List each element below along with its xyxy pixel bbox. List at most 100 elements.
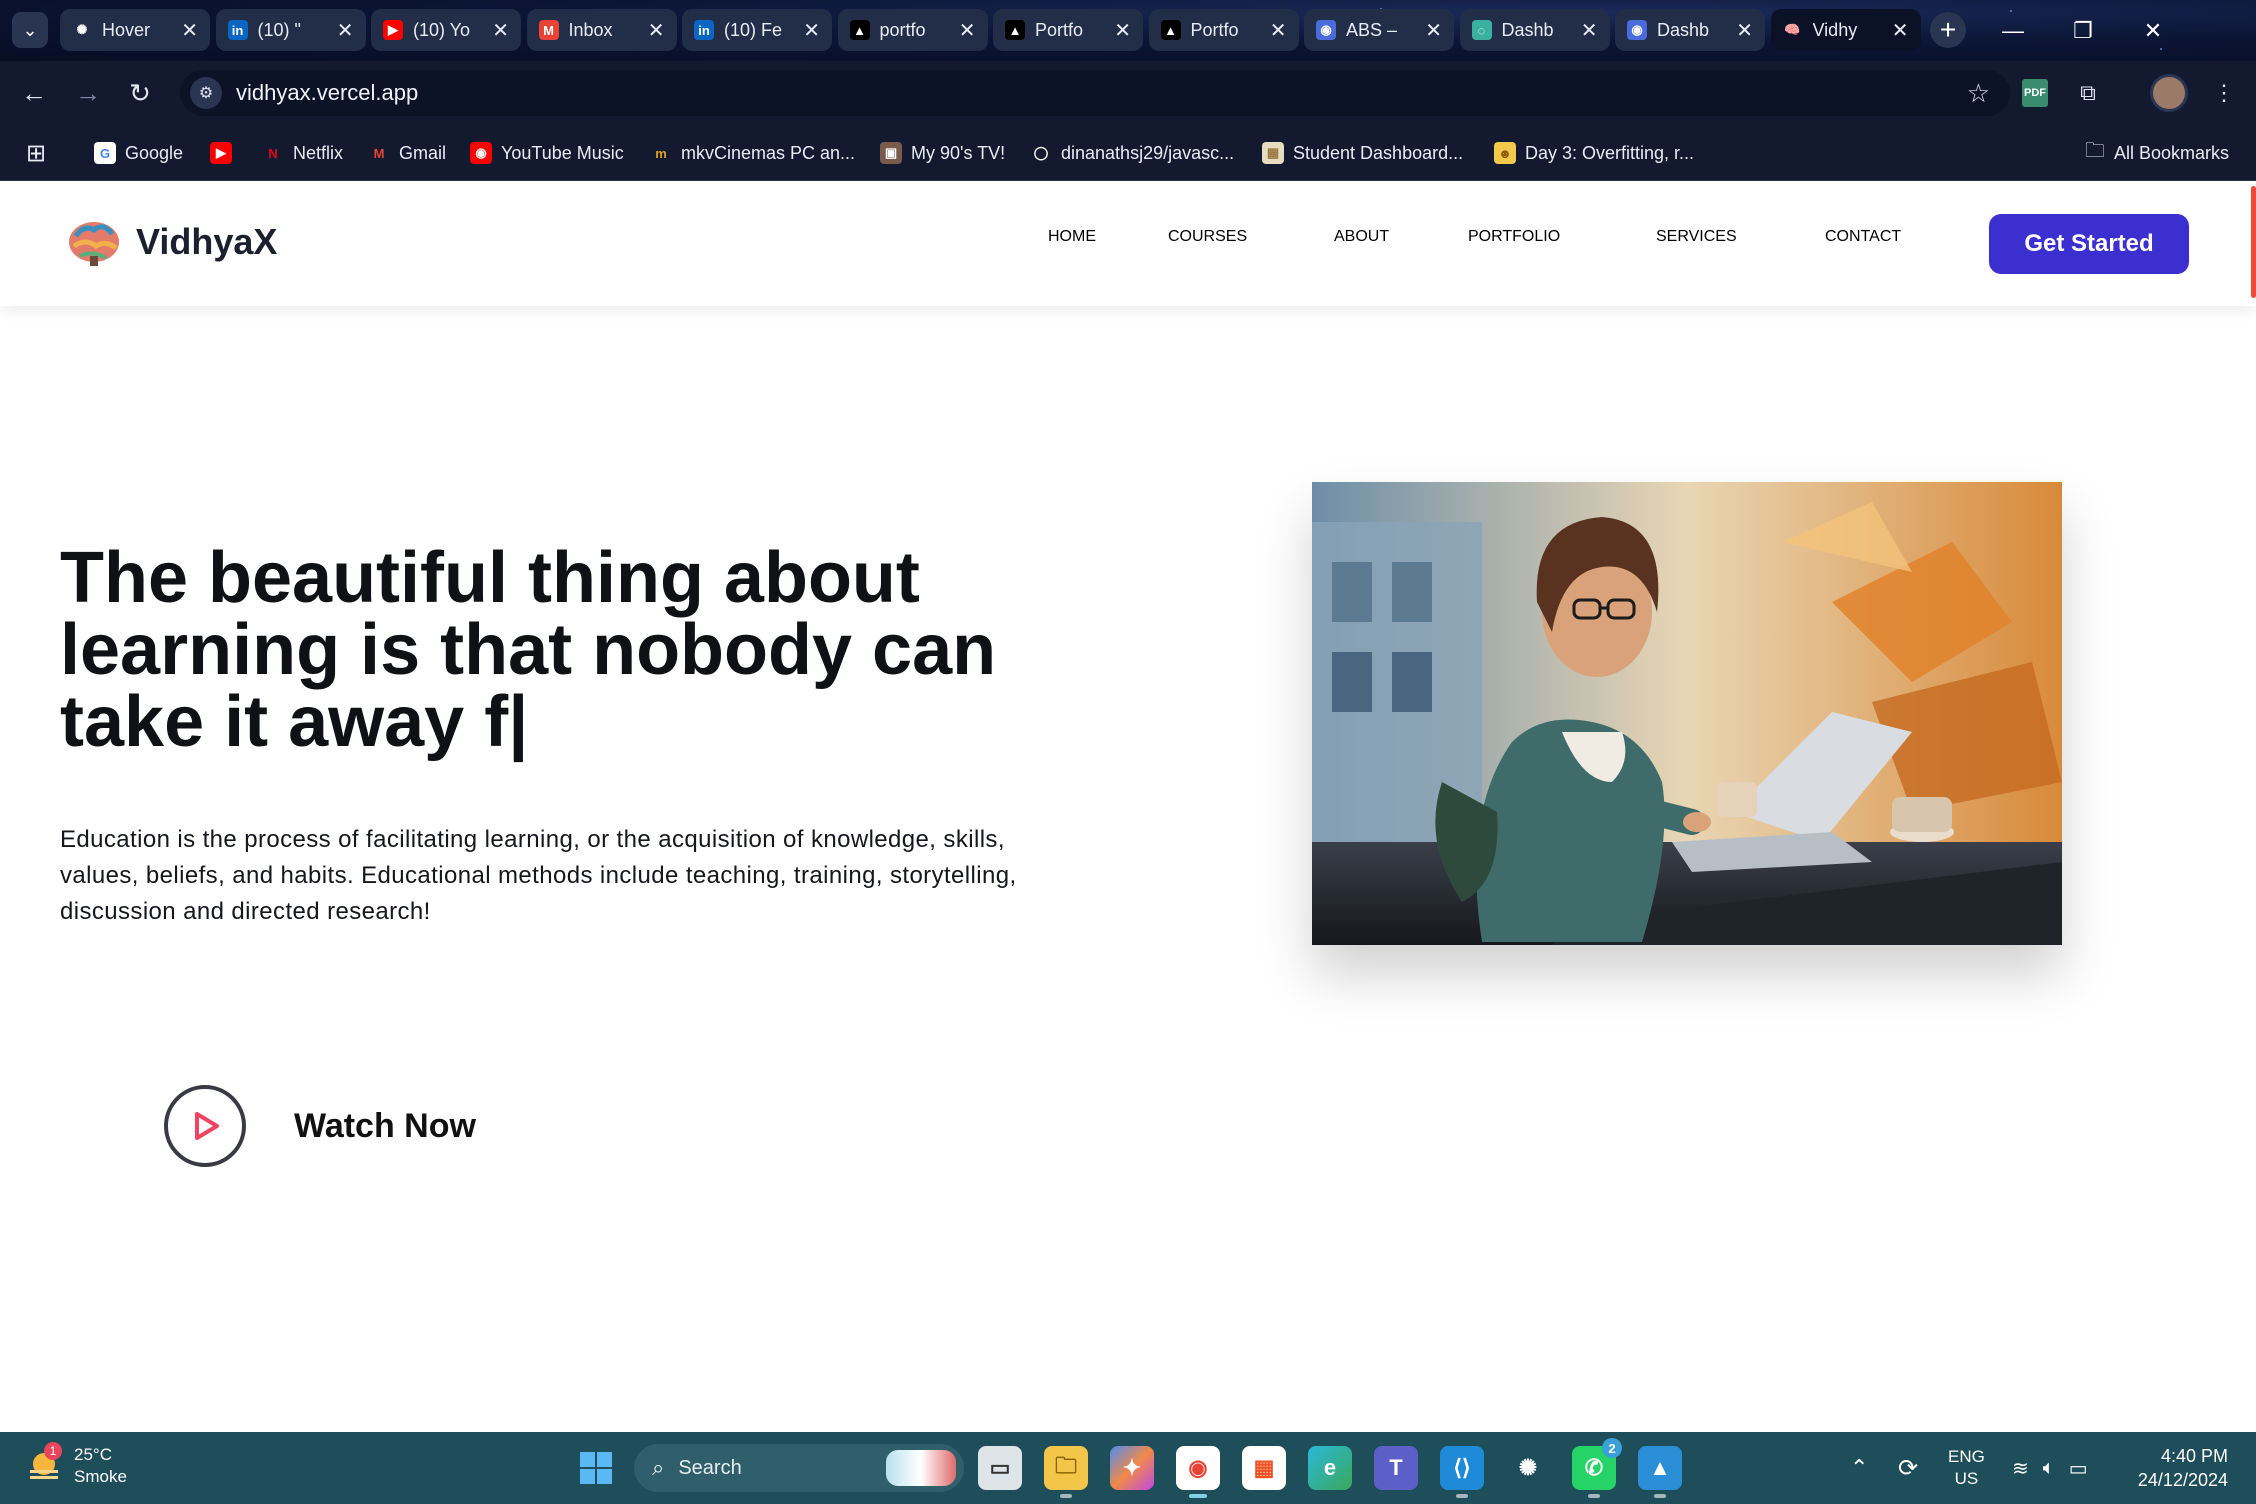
- bookmark-label: Netflix: [293, 142, 344, 163]
- nav-portfolio[interactable]: PORTFOLIO: [1468, 228, 1560, 246]
- play-button[interactable]: [164, 1085, 246, 1167]
- browser-tab[interactable]: ▲ Portfo ✕: [1148, 9, 1299, 51]
- vscode-icon[interactable]: ⟨⟩: [1440, 1446, 1484, 1498]
- edge-icon[interactable]: e: [1308, 1446, 1352, 1490]
- menu-kebab-icon[interactable]: ⋮: [2208, 77, 2240, 109]
- nav-services[interactable]: SERVICES: [1656, 228, 1737, 246]
- browser-tab[interactable]: ▲ portfo ✕: [837, 9, 988, 51]
- site-logo[interactable]: VidhyaX: [66, 216, 277, 268]
- reload-button[interactable]: ↻: [122, 75, 158, 111]
- microsoft-store-icon[interactable]: ▦: [1242, 1446, 1286, 1490]
- extensions-icon[interactable]: ⧉: [2072, 77, 2104, 109]
- tab-close-icon[interactable]: ✕: [1114, 18, 1131, 43]
- chrome-icon[interactable]: ◉: [1176, 1446, 1220, 1498]
- bookmark-item[interactable]: ☻ Day 3: Overfitting, r...: [1494, 138, 1694, 168]
- bookmark-item[interactable]: ◉ YouTube Music: [470, 138, 624, 168]
- browser-tab[interactable]: M Inbox ✕: [526, 9, 677, 51]
- back-button[interactable]: ←: [16, 75, 52, 111]
- bookmark-item[interactable]: ◯ dinanathsj29/javasc...: [1030, 138, 1234, 168]
- bookmark-item[interactable]: N Netflix: [262, 138, 343, 168]
- new-tab-button[interactable]: +: [1930, 12, 1966, 48]
- windows-start-icon[interactable]: [574, 1446, 618, 1490]
- browser-tab[interactable]: ◌ Dashb ✕: [1459, 9, 1610, 51]
- bookmark-star-icon[interactable]: ☆: [1967, 78, 1990, 109]
- window-restore-button[interactable]: ❐: [2048, 0, 2118, 61]
- url-text[interactable]: vidhyax.vercel.app: [236, 80, 418, 106]
- hero-illustration: [1312, 482, 2062, 945]
- bookmark-item[interactable]: M Gmail: [368, 138, 446, 168]
- chatgpt-icon[interactable]: ✺: [1506, 1446, 1550, 1490]
- tab-close-icon[interactable]: ✕: [803, 18, 820, 43]
- tab-close-icon[interactable]: ✕: [181, 18, 198, 43]
- weather-temperature: 25°C: [74, 1445, 112, 1464]
- nav-about[interactable]: ABOUT: [1334, 228, 1389, 246]
- browser-tab[interactable]: ▲ Portfo ✕: [993, 9, 1143, 51]
- browser-tab[interactable]: ◉ ABS – ✕: [1304, 9, 1454, 51]
- taskbar-search-placeholder: Search: [678, 1456, 742, 1479]
- tab-favicon-icon: ▶: [383, 20, 403, 40]
- scrollbar-thumb[interactable]: [2251, 186, 2256, 298]
- bookmark-item[interactable]: m mkvCinemas PC an...: [650, 138, 855, 168]
- tab-favicon-icon: ◉: [1316, 20, 1336, 40]
- tab-title: Dashb: [1657, 19, 1710, 40]
- address-bar[interactable]: ⚙ vidhyax.vercel.app ☆: [180, 70, 2010, 116]
- tab-favicon-icon: ▲: [1005, 20, 1025, 40]
- bookmark-label: Student Dashboard...: [1293, 142, 1464, 163]
- tab-close-icon[interactable]: ✕: [1270, 18, 1287, 43]
- tab-close-icon[interactable]: ✕: [648, 18, 665, 43]
- browser-tab[interactable]: ▶ (10) Yo ✕: [371, 9, 521, 51]
- weather-haze-icon: 1: [24, 1442, 64, 1486]
- language-indicator[interactable]: ENG US: [1948, 1432, 1985, 1504]
- bookmark-item[interactable]: ▣ My 90's TV!: [880, 138, 1005, 168]
- tab-close-icon[interactable]: ✕: [492, 18, 509, 43]
- tab-close-icon[interactable]: ✕: [1425, 18, 1442, 43]
- bookmark-item[interactable]: G Google: [94, 138, 183, 168]
- show-hidden-icons[interactable]: ⌃: [1850, 1432, 1868, 1504]
- volume-icon: 🔈︎: [2042, 1456, 2055, 1479]
- bookmark-item[interactable]: ▦ Student Dashboard...: [1262, 138, 1463, 168]
- nav-contact[interactable]: CONTACT: [1825, 228, 1901, 246]
- tab-close-icon[interactable]: ✕: [337, 18, 354, 43]
- weather-widget[interactable]: 1 25°C Smoke: [24, 1442, 127, 1488]
- browser-tab[interactable]: in (10) Fe ✕: [682, 9, 832, 51]
- profile-avatar[interactable]: [2150, 74, 2188, 112]
- nav-home[interactable]: HOME: [1048, 228, 1096, 246]
- browser-tab[interactable]: ◉ Dashb ✕: [1615, 9, 1765, 51]
- system-clock[interactable]: 4:40 PM 24/12/2024: [2138, 1444, 2228, 1492]
- file-explorer-icon[interactable]: 🗀: [1044, 1446, 1088, 1498]
- photos-icon[interactable]: ▲: [1638, 1446, 1682, 1498]
- quick-settings[interactable]: ≋ 🔈︎ ▭: [2012, 1432, 2088, 1504]
- copilot-icon[interactable]: ✦: [1110, 1446, 1154, 1490]
- pdf-extension-icon[interactable]: PDF: [2022, 79, 2048, 107]
- whatsapp-icon[interactable]: ✆ 2: [1572, 1438, 1622, 1498]
- clock-time: 4:40 PM: [2160, 1446, 2228, 1466]
- task-view-icon[interactable]: ▭: [978, 1446, 1022, 1490]
- bookmark-item[interactable]: ▶: [210, 138, 241, 168]
- tab-close-icon[interactable]: ✕: [1581, 18, 1598, 43]
- browser-tab[interactable]: ✺ Hover ✕: [60, 9, 210, 51]
- search-highlight-icon: [886, 1450, 956, 1486]
- teams-icon[interactable]: T: [1374, 1446, 1418, 1490]
- hero-description: Education is the process of facilitating…: [60, 826, 1017, 925]
- watch-now[interactable]: Watch Now: [164, 1085, 476, 1167]
- bookmark-label: Google: [125, 142, 184, 163]
- all-bookmarks-button[interactable]: 🗀 All Bookmarks: [2085, 138, 2229, 168]
- tab-favicon-icon: 🧠: [1782, 20, 1803, 40]
- tab-close-icon[interactable]: ✕: [959, 18, 976, 43]
- tab-close-icon[interactable]: ✕: [1892, 18, 1909, 43]
- get-started-button[interactable]: Get Started: [1989, 214, 2189, 274]
- taskbar-search[interactable]: ⌕ Search: [634, 1444, 964, 1492]
- forward-button[interactable]: →: [70, 75, 106, 111]
- window-minimize-button[interactable]: —: [1978, 0, 2048, 61]
- tab-search-button[interactable]: ⌄: [12, 12, 48, 48]
- site-info-icon[interactable]: ⚙: [190, 77, 222, 109]
- whatsapp-badge: 2: [1602, 1438, 1622, 1458]
- nav-courses[interactable]: COURSES: [1168, 228, 1247, 246]
- clock-date: 24/12/2024: [2137, 1470, 2228, 1490]
- sync-status-icon[interactable]: ⟳: [1898, 1432, 1918, 1504]
- browser-tab[interactable]: 🧠 Vidhy ✕: [1770, 9, 1921, 51]
- browser-tab[interactable]: in (10) " ✕: [215, 9, 366, 51]
- window-close-button-hit[interactable]: [2118, 0, 2188, 61]
- tab-close-icon[interactable]: ✕: [1736, 18, 1753, 43]
- apps-grid-icon[interactable]: ⊞: [26, 138, 46, 168]
